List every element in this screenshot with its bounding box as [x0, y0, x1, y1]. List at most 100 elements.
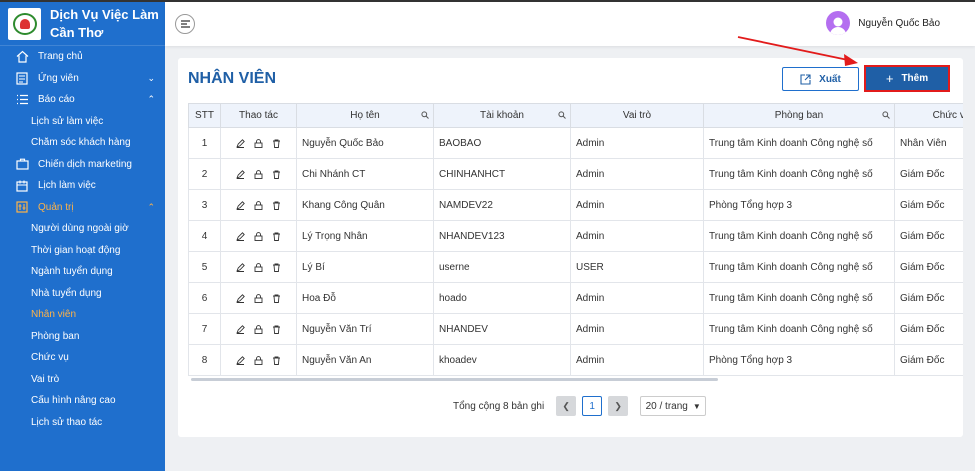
column-header-7[interactable]: Chức vụ — [894, 103, 963, 128]
sidebar-item-18[interactable]: Lịch sử thao tác — [0, 412, 165, 434]
edit-icon[interactable] — [236, 138, 245, 148]
sidebar-item-label: Vai trò — [31, 373, 60, 385]
column-header-4[interactable]: Tài khoản — [433, 103, 571, 128]
lock-icon[interactable] — [254, 169, 263, 179]
sidebar-item-15[interactable]: Chức vụ — [0, 347, 165, 369]
sidebar-item-14[interactable]: Phòng ban — [0, 326, 165, 348]
lock-icon[interactable] — [254, 355, 263, 365]
column-header-label: Chức vụ — [932, 110, 963, 121]
sidebar-item-1[interactable]: Trang chủ — [0, 46, 165, 68]
lock-icon[interactable] — [254, 324, 263, 334]
sidebar-item-label: Cấu hình nâng cao — [31, 395, 116, 407]
trash-icon[interactable] — [272, 356, 281, 365]
edit-icon[interactable] — [236, 231, 245, 241]
sidebar-item-label: Ứng viên — [38, 72, 79, 84]
brand[interactable]: Dịch Vụ Việc Làm Cần Thơ — [0, 2, 165, 46]
sidebar-item-6[interactable]: Chiến dịch marketing — [0, 154, 165, 176]
table-row[interactable]: 2 Chi Nhánh CT CHINHANHCT Admin Trung tâm Ki… — [188, 158, 963, 190]
trash-icon[interactable] — [272, 170, 281, 179]
prev-page-button[interactable]: ❮ — [556, 396, 577, 416]
lock-icon[interactable] — [254, 200, 263, 210]
cell-actions — [220, 189, 297, 221]
add-button[interactable]: + Thêm — [866, 67, 948, 90]
cell-account: hoado — [433, 282, 571, 314]
trash-icon[interactable] — [272, 232, 281, 241]
employee-table-container[interactable]: STT Thao tác Họ tên Tài khoản Vai trò Phòng b… — [188, 103, 963, 383]
admin-icon — [15, 200, 29, 214]
trash-icon[interactable] — [272, 139, 281, 148]
cell-account: CHINHANHCT — [433, 158, 571, 190]
sidebar-item-8[interactable]: Quản trị ⌃ — [0, 197, 165, 219]
cell-dept: Phòng Tổng hợp 3 — [703, 189, 895, 221]
search-icon[interactable] — [421, 111, 429, 119]
sidebar-item-17[interactable]: Cấu hình nâng cao — [0, 390, 165, 412]
cell-name: Hoa Đỗ — [296, 282, 434, 314]
table-row[interactable]: 4 Lý Trọng Nhân NHANDEV123 Admin Trung tâm K… — [188, 220, 963, 252]
column-header-5[interactable]: Vai trò — [570, 103, 704, 128]
sidebar-item-4[interactable]: Lịch sử làm việc — [0, 111, 165, 133]
column-header-6[interactable]: Phòng ban — [703, 103, 895, 128]
table-row[interactable]: 6 Hoa Đỗ hoado Admin Trung tâm Kinh doanh Cô… — [188, 282, 963, 314]
cell-role: Admin — [570, 189, 704, 221]
sidebar-item-10[interactable]: Thời gian hoạt động — [0, 240, 165, 262]
export-button[interactable]: Xuất — [782, 67, 859, 91]
page-number-button[interactable]: 1 — [582, 396, 603, 416]
column-header-3[interactable]: Họ tên — [296, 103, 434, 128]
sidebar-item-12[interactable]: Nhà tuyển dụng — [0, 283, 165, 305]
cell-actions — [220, 282, 297, 314]
edit-icon[interactable] — [236, 262, 245, 272]
lock-icon[interactable] — [254, 262, 263, 272]
column-header-2[interactable]: Thao tác — [220, 103, 297, 128]
sidebar-item-5[interactable]: Chăm sóc khách hàng — [0, 132, 165, 154]
edit-icon[interactable] — [236, 200, 245, 210]
sidebar-item-label: Thời gian hoạt động — [31, 244, 121, 256]
cell-dept: Phòng Tổng hợp 3 — [703, 344, 895, 376]
cell-role: USER — [570, 251, 704, 283]
page-title: NHÂN VIÊN — [188, 70, 277, 87]
sidebar-item-2[interactable]: Ứng viên ⌄ — [0, 68, 165, 90]
cell-role: Admin — [570, 344, 704, 376]
edit-icon[interactable] — [236, 169, 245, 179]
edit-icon[interactable] — [236, 355, 245, 365]
cell-role: Admin — [570, 127, 704, 159]
sidebar-item-13[interactable]: Nhân viên — [0, 304, 165, 326]
cell-dept: Trung tâm Kinh doanh Công nghệ số — [703, 251, 895, 283]
edit-icon[interactable] — [236, 293, 245, 303]
user-menu[interactable]: Nguyễn Quốc Bảo — [826, 11, 940, 35]
cell-stt: 5 — [188, 251, 221, 283]
cell-stt: 7 — [188, 313, 221, 345]
column-header-label: Vai trò — [622, 110, 652, 121]
table-row[interactable]: 5 Lý Bí userne USER Trung tâm Kinh doanh Côn… — [188, 251, 963, 283]
table-row[interactable]: 7 Nguyễn Văn Trí NHANDEV Admin Trung tâm Kin… — [188, 313, 963, 345]
lock-icon[interactable] — [254, 138, 263, 148]
table-row[interactable]: 3 Khang Công Quân NAMDEV22 Admin Phòng Tổng … — [188, 189, 963, 221]
table-row[interactable]: 8 Nguyễn Văn An khoadev Admin Phòng Tổng hợp… — [188, 344, 963, 376]
sidebar-item-9[interactable]: Người dùng ngoài giờ — [0, 218, 165, 240]
lock-icon[interactable] — [254, 231, 263, 241]
sidebar-item-3[interactable]: Báo cáo ⌃ — [0, 89, 165, 111]
user-icon — [830, 17, 847, 35]
lock-icon[interactable] — [254, 293, 263, 303]
pagination: Tổng cộng 8 bản ghi ❮ 1 ❯ 20 / trang ▼ — [453, 396, 707, 416]
table-row[interactable]: 1 Nguyễn Quốc Bảo BAOBAO Admin Trung tâm Kin… — [188, 127, 963, 159]
sidebar-item-label: Chiến dịch marketing — [38, 158, 132, 170]
trash-icon[interactable] — [272, 263, 281, 272]
edit-icon[interactable] — [236, 324, 245, 334]
sidebar-item-16[interactable]: Vai trò — [0, 369, 165, 391]
search-icon[interactable] — [558, 111, 566, 119]
cell-dept: Trung tâm Kinh doanh Công nghệ số — [703, 313, 895, 345]
horizontal-scrollbar[interactable] — [191, 378, 718, 381]
marketing-icon — [15, 157, 29, 171]
column-header-label: Thao tác — [239, 110, 278, 121]
sidebar-item-11[interactable]: Ngành tuyển dụng — [0, 261, 165, 283]
search-icon[interactable] — [882, 111, 890, 119]
sidebar-item-7[interactable]: Lịch làm việc — [0, 175, 165, 197]
trash-icon[interactable] — [272, 201, 281, 210]
avatar — [826, 11, 851, 35]
next-page-button[interactable]: ❯ — [608, 396, 629, 416]
trash-icon[interactable] — [272, 294, 281, 303]
column-header-1[interactable]: STT — [188, 103, 221, 128]
trash-icon[interactable] — [272, 325, 281, 334]
menu-toggle-button[interactable] — [175, 14, 195, 34]
page-size-select[interactable]: 20 / trang ▼ — [640, 396, 707, 416]
